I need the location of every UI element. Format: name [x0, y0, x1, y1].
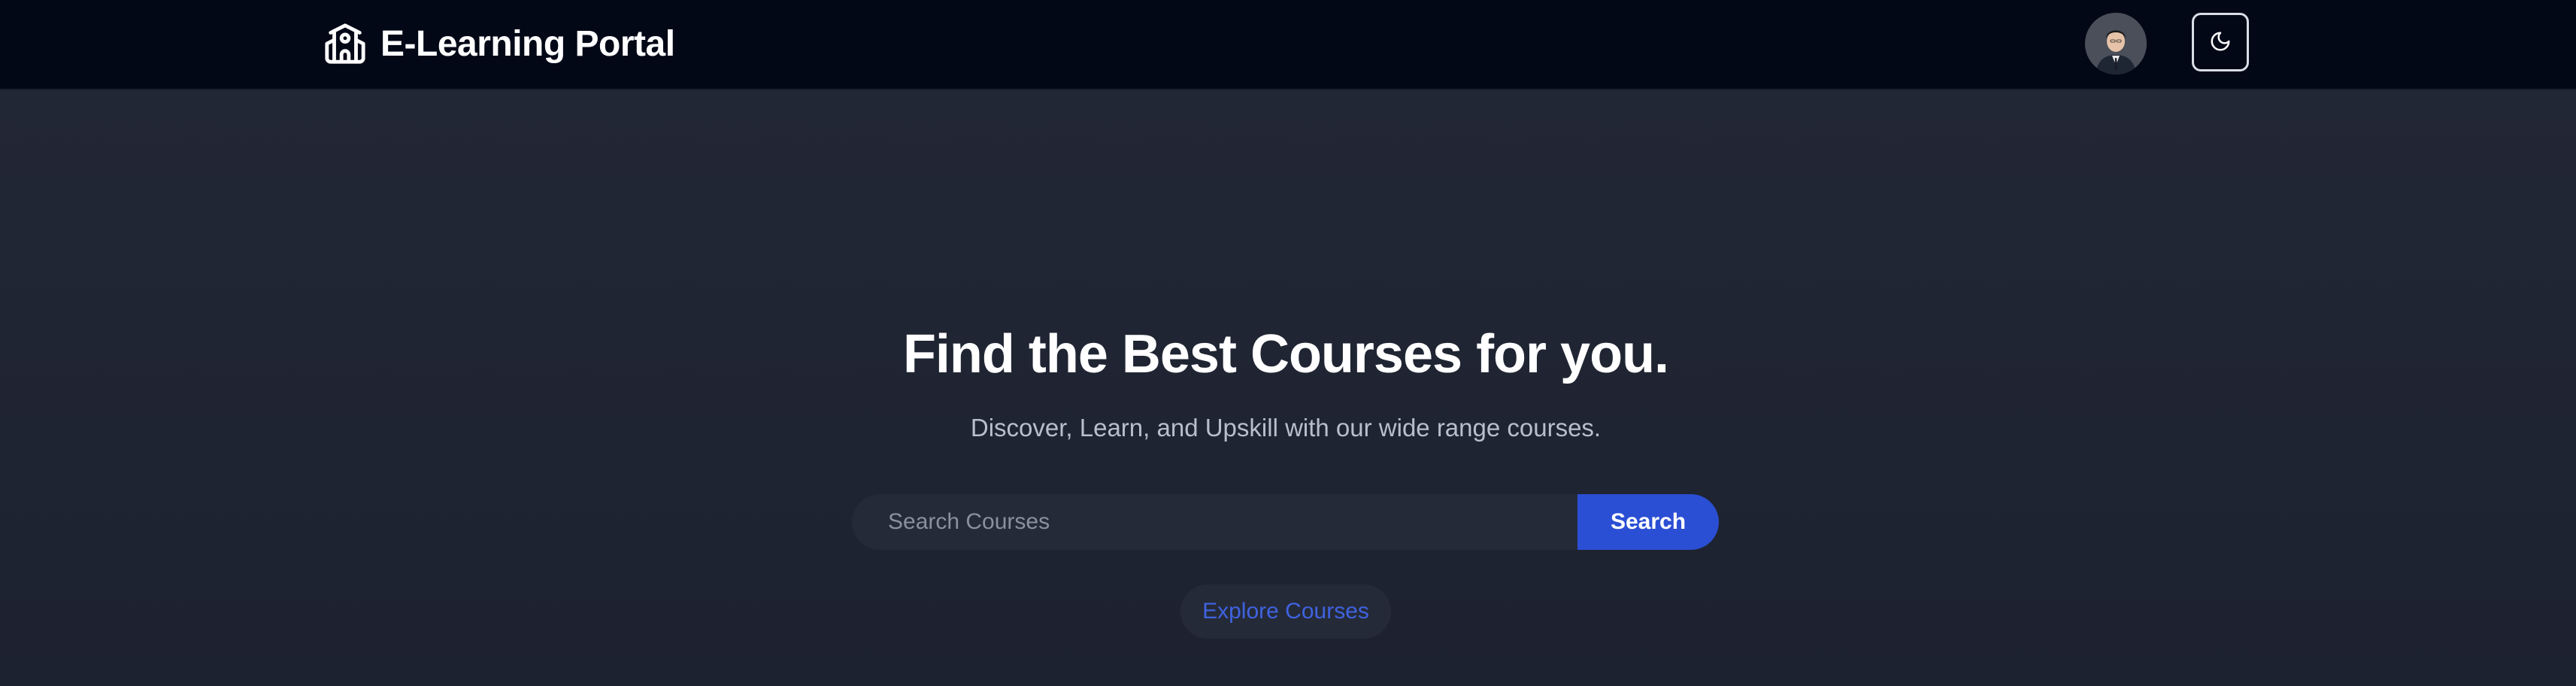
top-navbar: E-Learning Portal [0, 0, 2576, 90]
theme-toggle-button[interactable] [2192, 13, 2249, 71]
explore-courses-button[interactable]: Explore Courses [1180, 584, 1391, 639]
search-form: Search [852, 494, 1719, 550]
user-avatar[interactable] [2085, 13, 2147, 74]
school-icon [323, 22, 367, 65]
moon-icon [2209, 30, 2232, 55]
hero-subtitle: Discover, Learn, and Upskill with our wi… [970, 414, 1602, 442]
hero-section: Find the Best Courses for you. Discover,… [0, 90, 2576, 686]
search-input[interactable] [852, 494, 1577, 550]
brand-title: E-Learning Portal [380, 23, 675, 64]
search-button[interactable]: Search [1577, 494, 1719, 550]
brand[interactable]: E-Learning Portal [323, 21, 675, 66]
hero-title: Find the Best Courses for you. [902, 324, 1669, 384]
